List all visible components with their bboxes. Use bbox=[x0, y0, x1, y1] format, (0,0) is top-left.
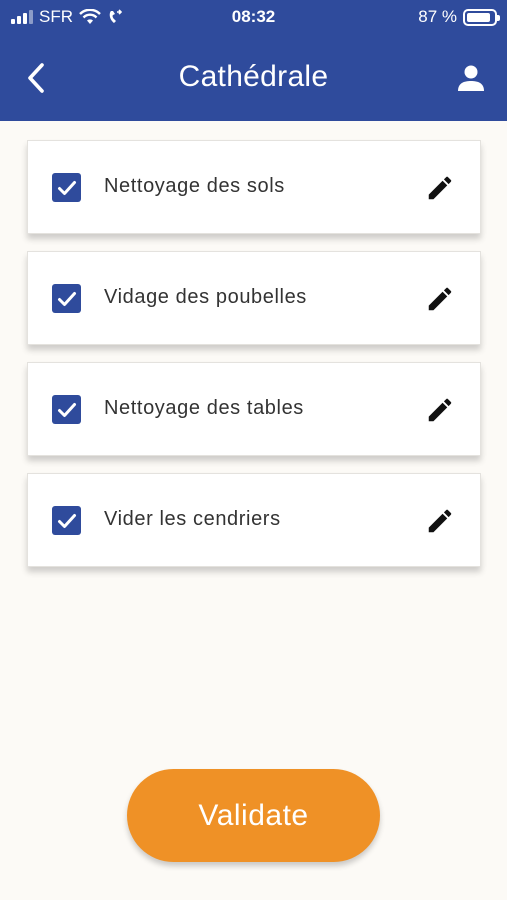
edit-button[interactable] bbox=[424, 505, 456, 537]
profile-button[interactable] bbox=[455, 62, 487, 94]
task-checkbox[interactable] bbox=[52, 284, 81, 313]
status-bar: SFR 08:32 87 % bbox=[0, 0, 507, 36]
edit-button[interactable] bbox=[424, 394, 456, 426]
status-right: 87 % bbox=[418, 7, 500, 27]
task-checkbox[interactable] bbox=[52, 395, 81, 424]
task-list: Nettoyage des sols Vidage des poubelles … bbox=[27, 140, 481, 584]
pencil-icon bbox=[428, 176, 452, 200]
battery-icon bbox=[463, 8, 500, 26]
pencil-icon bbox=[428, 509, 452, 533]
task-card: Vidage des poubelles bbox=[27, 251, 481, 345]
pencil-icon bbox=[428, 398, 452, 422]
validate-button[interactable]: Validate bbox=[127, 769, 380, 862]
task-checkbox[interactable] bbox=[52, 173, 81, 202]
edit-button[interactable] bbox=[424, 283, 456, 315]
app-header: SFR 08:32 87 % Cathédrale bbox=[0, 0, 507, 121]
task-label: Vider les cendriers bbox=[104, 508, 281, 530]
task-card: Nettoyage des tables bbox=[27, 362, 481, 456]
task-label: Nettoyage des tables bbox=[104, 397, 304, 419]
checkmark-icon bbox=[57, 180, 76, 195]
person-icon bbox=[458, 65, 484, 91]
task-label: Vidage des poubelles bbox=[104, 286, 307, 308]
checkmark-icon bbox=[57, 402, 76, 417]
task-label: Nettoyage des sols bbox=[104, 175, 285, 197]
task-card: Nettoyage des sols bbox=[27, 140, 481, 234]
checkmark-icon bbox=[57, 291, 76, 306]
task-checkbox[interactable] bbox=[52, 506, 81, 535]
page-title: Cathédrale bbox=[178, 60, 329, 93]
checkmark-icon bbox=[57, 513, 76, 528]
edit-button[interactable] bbox=[424, 172, 456, 204]
nav-row: Cathédrale bbox=[0, 52, 507, 104]
battery-percent: 87 % bbox=[418, 7, 457, 26]
battery-fill bbox=[467, 12, 490, 22]
pencil-icon bbox=[428, 287, 452, 311]
task-card: Vider les cendriers bbox=[27, 473, 481, 567]
